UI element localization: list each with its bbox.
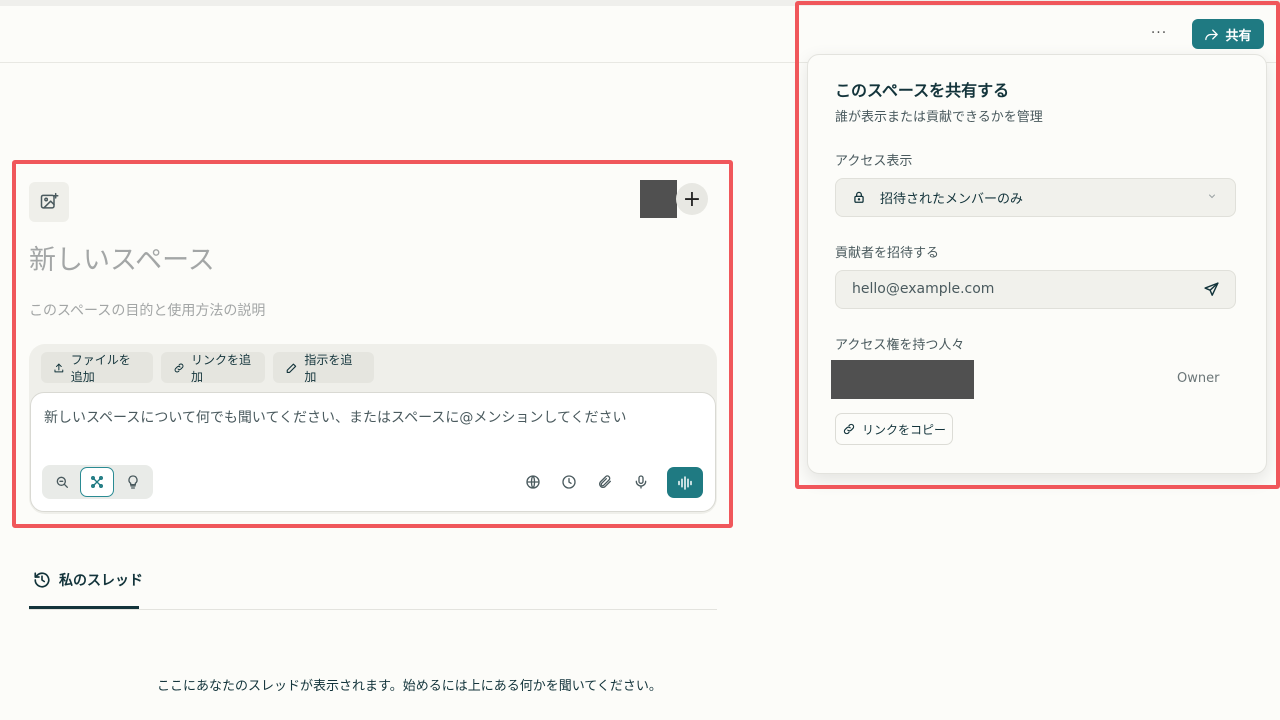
copy-link-label: リンクをコピー	[861, 422, 946, 437]
research-icon	[91, 476, 103, 488]
attach-button[interactable]	[594, 471, 616, 493]
edit-icon	[286, 363, 297, 373]
history-button[interactable]	[558, 471, 580, 493]
add-cover-image-button[interactable]	[29, 182, 69, 222]
history-icon	[34, 572, 50, 588]
clock-icon	[562, 475, 576, 489]
member-role: Owner	[1177, 371, 1220, 386]
add-file-label: ファイルを追加	[70, 352, 131, 384]
upload-icon	[54, 363, 64, 372]
add-member-button[interactable]: +	[676, 183, 708, 215]
add-instructions-label: 指示を追加	[304, 352, 353, 384]
paperclip-icon	[599, 475, 611, 488]
search-icon	[56, 476, 68, 488]
invite-email-placeholder[interactable]: hello@example.com	[852, 281, 994, 297]
link-icon	[843, 423, 855, 435]
labs-mode-button[interactable]	[116, 467, 150, 497]
space-title[interactable]: 新しいスペース	[29, 238, 215, 277]
send-icon[interactable]	[1203, 281, 1220, 298]
microphone-icon	[635, 475, 647, 489]
chevron-down-icon	[1209, 194, 1215, 199]
tab-divider	[29, 609, 717, 610]
copy-link-button[interactable]: リンクをコピー	[835, 413, 953, 445]
lock-icon	[854, 191, 864, 203]
share-arrow-icon	[1205, 29, 1219, 40]
add-link-label: リンクを追加	[191, 352, 252, 384]
people-with-access-label: アクセス権を持つ人々	[835, 338, 965, 353]
add-link-button[interactable]: リンクを追加	[161, 352, 265, 384]
member-name-redacted	[831, 360, 974, 399]
add-file-button[interactable]: ファイルを追加	[41, 352, 153, 384]
image-add-icon	[40, 192, 59, 209]
access-label: アクセス表示	[835, 154, 913, 169]
space-description[interactable]: このスペースの目的と使用方法の説明	[29, 300, 265, 320]
access-select-value[interactable]: 招待されたメンバーのみ	[880, 188, 1023, 207]
globe-icon	[526, 475, 540, 489]
add-instructions-button[interactable]: 指示を追加	[273, 352, 374, 384]
invite-label: 貢献者を招待する	[835, 246, 940, 261]
share-popover-subtitle: 誰が表示または貢献できるかを管理	[835, 110, 1043, 125]
waveform-icon	[678, 475, 692, 490]
share-popover-title: このスペースを共有する	[835, 81, 1010, 100]
link-icon	[174, 363, 184, 372]
dictation-button[interactable]	[630, 471, 652, 493]
tab-my-threads-label: 私のスレッド	[59, 573, 143, 589]
share-button-label: 共有	[1225, 28, 1252, 44]
threads-empty-message: ここにあなたのスレッドが表示されます。始めるには上にある何かを聞いてください。	[157, 679, 662, 694]
sources-button[interactable]	[522, 471, 544, 493]
voice-mode-button[interactable]	[667, 467, 703, 498]
member-avatar	[640, 180, 677, 218]
lightbulb-icon	[128, 475, 138, 489]
research-mode-button[interactable]	[80, 467, 114, 497]
more-options-button[interactable]: ···	[1146, 22, 1172, 44]
tab-my-threads[interactable]: 私のスレッド	[33, 570, 143, 590]
composer-placeholder[interactable]: 新しいスペースについて何でも聞いてください、またはスペースに@メンションしてくだ…	[44, 407, 627, 427]
search-mode-button[interactable]	[45, 467, 79, 497]
share-button[interactable]: 共有	[1192, 19, 1264, 49]
